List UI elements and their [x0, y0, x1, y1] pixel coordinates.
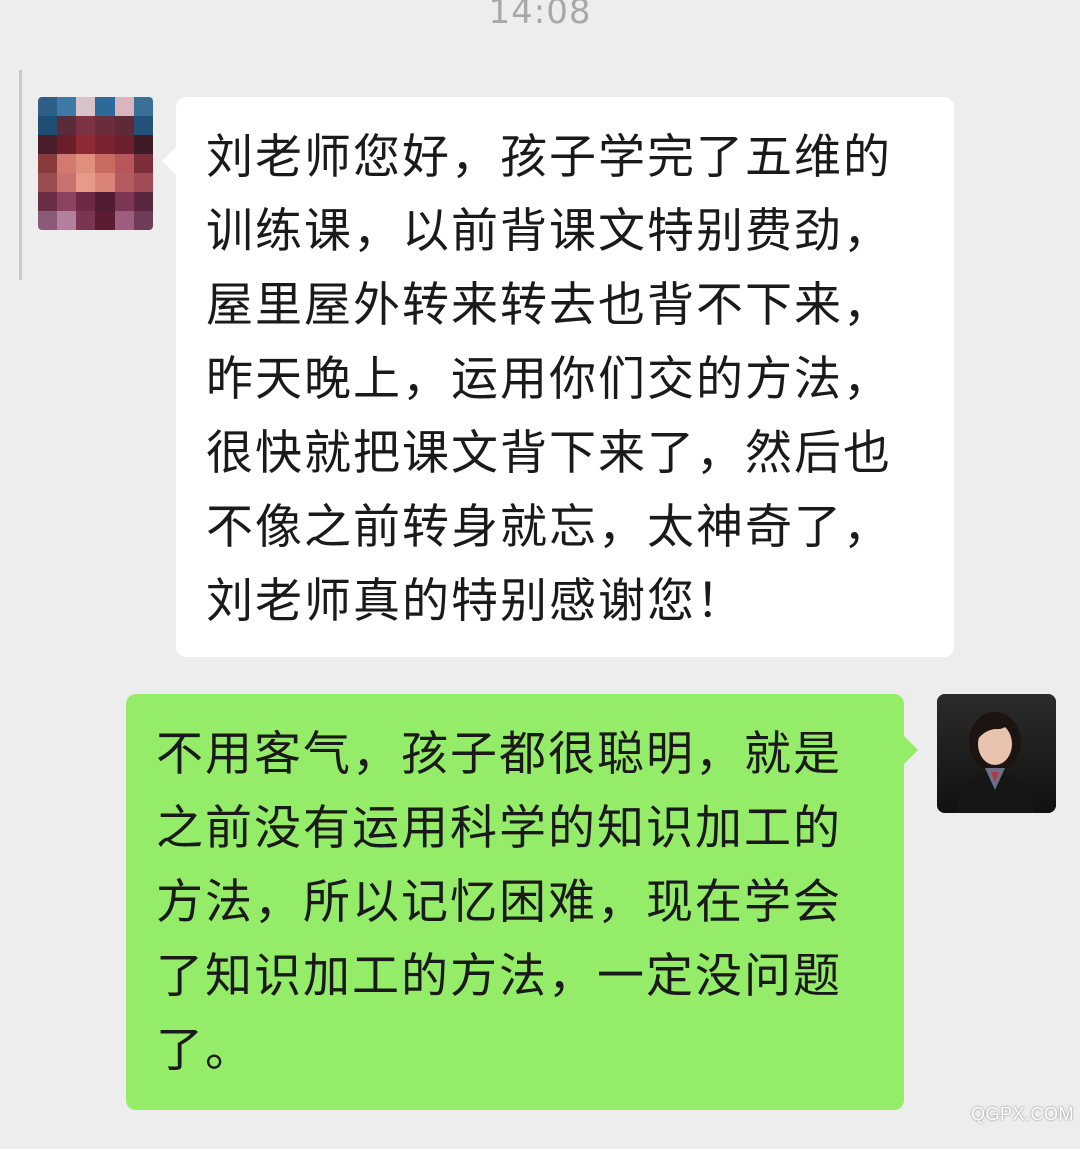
chat-view: 14:08 刘老师您好，孩子学完了五维的 训练课，以前背课文特别费劲， 屋里屋外… — [0, 0, 1080, 1149]
incoming-message-bubble[interactable]: 刘老师您好，孩子学完了五维的 训练课，以前背课文特别费劲， 屋里屋外转来转去也背… — [162, 97, 954, 657]
mosaic-avatar-icon — [38, 97, 153, 230]
scroll-edge-indicator — [0, 70, 22, 280]
user-photo-avatar-icon — [937, 694, 1056, 813]
watermark-text: QGPX.COM — [970, 1104, 1074, 1124]
outgoing-message-bubble[interactable]: 不用客气，孩子都很聪明，就是 之前没有运用科学的知识加工的 方法，所以记忆困难，… — [126, 694, 918, 1110]
message-timestamp: 14:08 — [488, 0, 592, 32]
self-avatar[interactable] — [937, 694, 1056, 813]
sender-avatar[interactable] — [38, 97, 153, 230]
